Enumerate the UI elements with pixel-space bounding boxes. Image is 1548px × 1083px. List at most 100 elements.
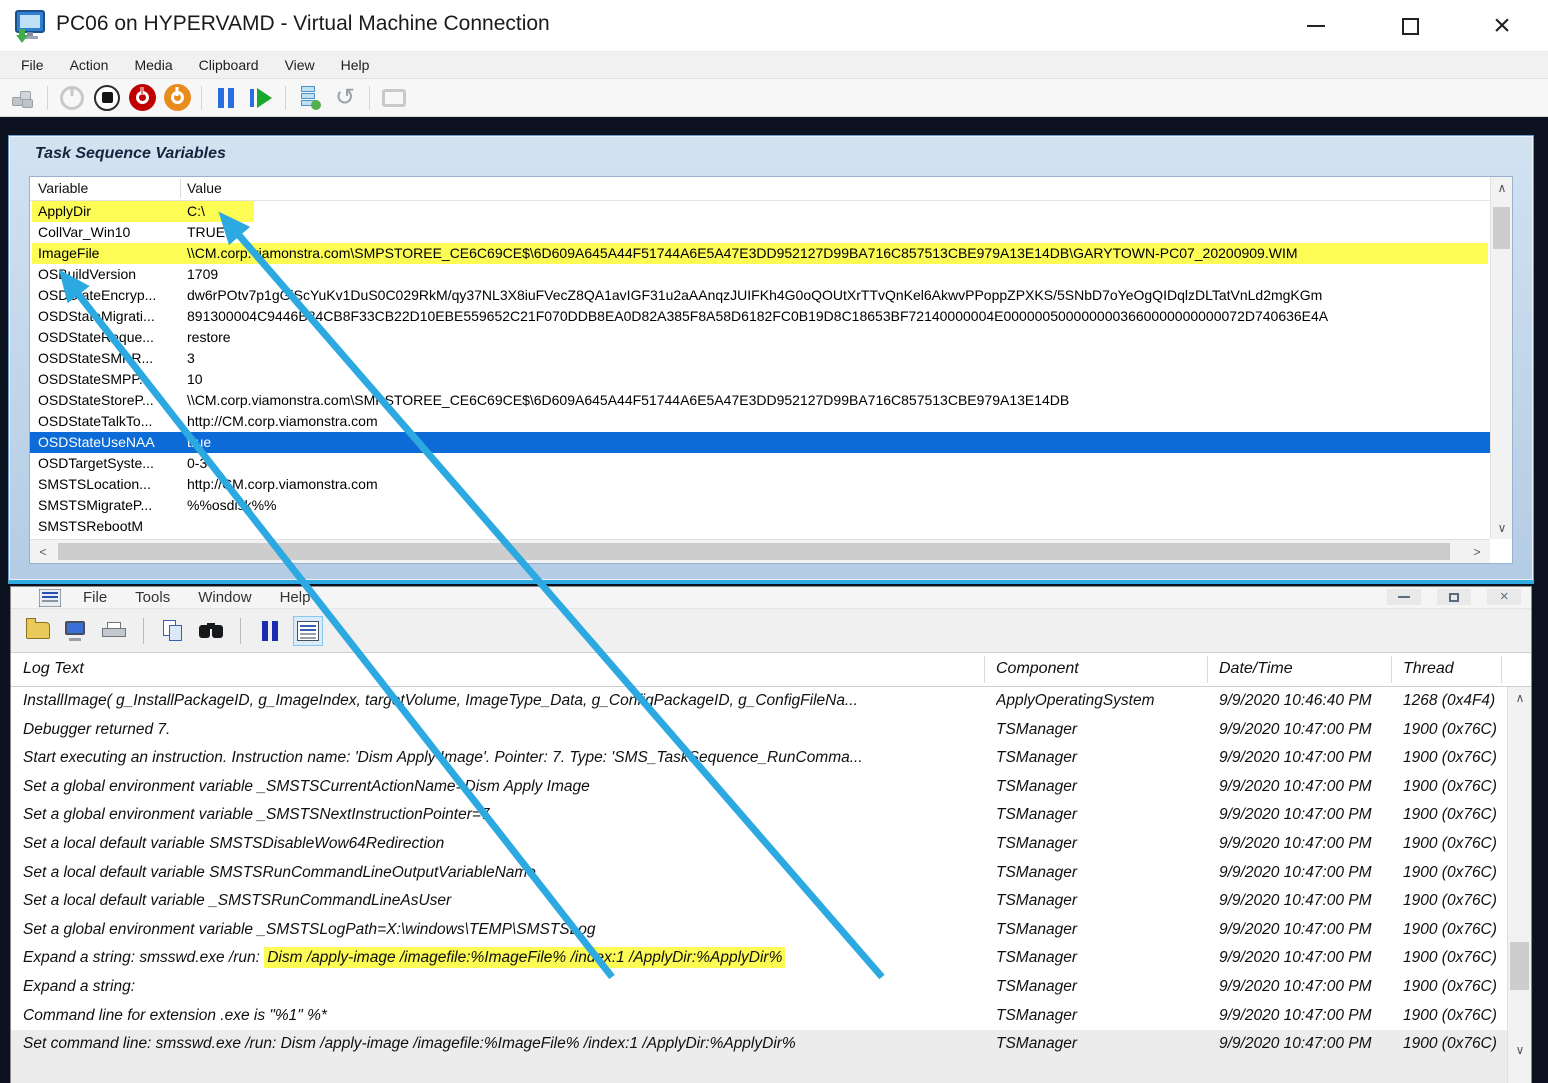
ts-variable-row[interactable]: ApplyDirC:\ [30, 201, 1490, 222]
column-header-variable[interactable]: Variable [38, 180, 88, 196]
scroll-left-icon[interactable]: < [32, 541, 54, 563]
scrollbar-thumb[interactable] [1493, 207, 1510, 249]
variable-value: http://CM.corp.viamonstra.com [187, 474, 1488, 495]
ts-variable-row[interactable]: ImageFile\\CM.corp.viamonstra.com\SMPSTO… [30, 243, 1490, 264]
log-row[interactable]: Command line for extension .exe is "%1" … [11, 1002, 1507, 1031]
log-row[interactable]: Set command line: smsswd.exe /run: Dism … [11, 1030, 1507, 1059]
scroll-up-icon[interactable]: ∧ [1491, 177, 1513, 199]
scroll-to-bottom-button[interactable] [293, 616, 323, 646]
variable-name: ApplyDir [38, 201, 180, 222]
variable-name: OSBuildVersion [38, 264, 180, 285]
log-row[interactable] [11, 1059, 1507, 1083]
copy-button[interactable] [158, 616, 188, 646]
column-divider[interactable] [1501, 656, 1502, 683]
log-row[interactable]: Set a global environment variable _SMSTS… [11, 916, 1507, 945]
log-row[interactable]: Set a global environment variable _SMSTS… [11, 773, 1507, 802]
menu-item-view[interactable]: View [272, 57, 328, 73]
enhanced-session-button[interactable] [379, 83, 409, 113]
column-header-component[interactable]: Component [996, 660, 1079, 678]
find-button[interactable] [196, 616, 226, 646]
close-button[interactable]: × [1472, 0, 1532, 52]
ts-variable-row[interactable]: OSDStateSMPR...3 [30, 348, 1490, 369]
log-row[interactable]: Set a local default variable SMSTSRunCom… [11, 859, 1507, 888]
menu-item-file[interactable]: File [8, 57, 57, 73]
column-header-logtext[interactable]: Log Text [23, 660, 84, 678]
column-divider[interactable] [1207, 656, 1208, 683]
ts-variable-row[interactable]: OSDStateStoreP...\\CM.corp.viamonstra.co… [30, 390, 1490, 411]
ts-horizontal-scrollbar[interactable]: < > [30, 539, 1490, 563]
log-vertical-scrollbar[interactable]: ∧ ∨ [1507, 687, 1531, 1083]
column-header-datetime[interactable]: Date/Time [1219, 660, 1293, 678]
shut-down-button[interactable] [162, 83, 192, 113]
log-row[interactable]: Start executing an instruction. Instruct… [11, 744, 1507, 773]
column-divider[interactable] [1391, 656, 1392, 683]
cmtrace-menus: FileToolsWindowHelp [69, 587, 324, 609]
cmtrace-menu-item-file[interactable]: File [69, 587, 121, 606]
ts-variable-row[interactable]: OSDTargetSyste...0-3 [30, 453, 1490, 474]
variable-name: OSDStateMigrati... [38, 306, 180, 327]
ts-variable-row[interactable]: OSDStateTalkTo...http://CM.corp.viamonst… [30, 411, 1490, 432]
component-cell: TSManager [996, 944, 1201, 973]
ctrl-alt-del-button[interactable] [8, 83, 38, 113]
log-text-cell: Command line for extension .exe is "%1" … [23, 1002, 981, 1031]
pause-button[interactable] [211, 83, 241, 113]
scroll-down-icon[interactable]: ∨ [1508, 1039, 1532, 1061]
print-button[interactable] [99, 616, 129, 646]
ts-variable-row[interactable]: OSDStateSMPP...10 [30, 369, 1490, 390]
scrollbar-thumb[interactable] [1510, 942, 1529, 990]
ts-variable-row[interactable]: OSDStateEncryp...dw6rPOtv7p1gGiScYuKv1Du… [30, 285, 1490, 306]
log-row[interactable]: Expand a string: smsswd.exe /run: Dism /… [11, 944, 1507, 973]
menu-item-help[interactable]: Help [328, 57, 383, 73]
pause-log-button[interactable] [255, 616, 285, 646]
cmtrace-menu-item-help[interactable]: Help [266, 587, 325, 606]
ts-variable-row[interactable]: OSDStateReque...restore [30, 327, 1490, 348]
column-divider[interactable] [984, 656, 985, 683]
maximize-button[interactable] [1380, 0, 1440, 52]
column-divider[interactable] [180, 179, 181, 198]
ts-variable-row[interactable]: SMSTSMigrateP...%%osdisk%% [30, 495, 1490, 516]
ts-variable-row[interactable]: OSBuildVersion1709 [30, 264, 1490, 285]
scrollbar-thumb[interactable] [58, 543, 1450, 560]
ts-variable-row[interactable]: CollVar_Win10TRUE [30, 222, 1490, 243]
menu-item-media[interactable]: Media [121, 57, 185, 73]
step-button[interactable] [246, 83, 276, 113]
menu-item-action[interactable]: Action [57, 57, 122, 73]
cmtrace-close-button[interactable]: × [1487, 589, 1521, 605]
log-row[interactable]: Debugger returned 7.TSManager9/9/2020 10… [11, 716, 1507, 745]
ts-variable-row[interactable]: SMSTSRebootM [30, 516, 1490, 537]
checkpoint-button[interactable] [295, 83, 325, 113]
ts-vertical-scrollbar[interactable]: ∧ ∨ [1490, 177, 1512, 539]
ts-variable-row[interactable]: OSDStateMigrati...891300004C9446B84CB8F3… [30, 306, 1490, 327]
ts-variable-row[interactable]: SMSTSLocation...http://CM.corp.viamonstr… [30, 474, 1490, 495]
ts-variable-row[interactable]: OSDStateUseNAAtrue [30, 432, 1490, 453]
scroll-down-icon[interactable]: ∨ [1491, 517, 1513, 539]
scroll-up-icon[interactable]: ∧ [1508, 687, 1532, 709]
cmtrace-menu-item-tools[interactable]: Tools [121, 587, 184, 606]
stop-button[interactable] [92, 83, 122, 113]
variable-name: SMSTSRebootM [38, 516, 180, 537]
component-cell: TSManager [996, 716, 1201, 745]
log-row[interactable]: InstallImage( g_InstallPackageID, g_Imag… [11, 687, 1507, 716]
log-row[interactable]: Expand a string:TSManager9/9/2020 10:47:… [11, 973, 1507, 1002]
log-list-icon [297, 621, 319, 641]
log-row[interactable]: Set a local default variable SMSTSDisabl… [11, 830, 1507, 859]
thread-cell: 1900 (0x76C) [1403, 1030, 1503, 1059]
open-file-button[interactable] [23, 616, 53, 646]
remote-connect-button[interactable] [61, 616, 91, 646]
revert-button[interactable]: ↺ [330, 83, 360, 113]
scroll-right-icon[interactable]: > [1466, 541, 1488, 563]
variable-value: http://CM.corp.viamonstra.com [187, 411, 1488, 432]
cmtrace-minimize-button[interactable] [1387, 589, 1421, 605]
cmtrace-restore-button[interactable] [1437, 589, 1471, 605]
column-header-thread[interactable]: Thread [1403, 660, 1454, 678]
column-header-value[interactable]: Value [187, 180, 222, 196]
log-row[interactable]: Set a local default variable _SMSTSRunCo… [11, 887, 1507, 916]
minimize-button[interactable] [1286, 0, 1346, 52]
menu-item-clipboard[interactable]: Clipboard [186, 57, 272, 73]
log-text-cell: Expand a string: [23, 973, 981, 1002]
log-row[interactable]: Set a global environment variable _SMSTS… [11, 801, 1507, 830]
turn-off-button[interactable] [127, 83, 157, 113]
cmtrace-menu-item-window[interactable]: Window [184, 587, 265, 606]
start-button[interactable] [57, 83, 87, 113]
minimize-icon [1307, 25, 1325, 27]
